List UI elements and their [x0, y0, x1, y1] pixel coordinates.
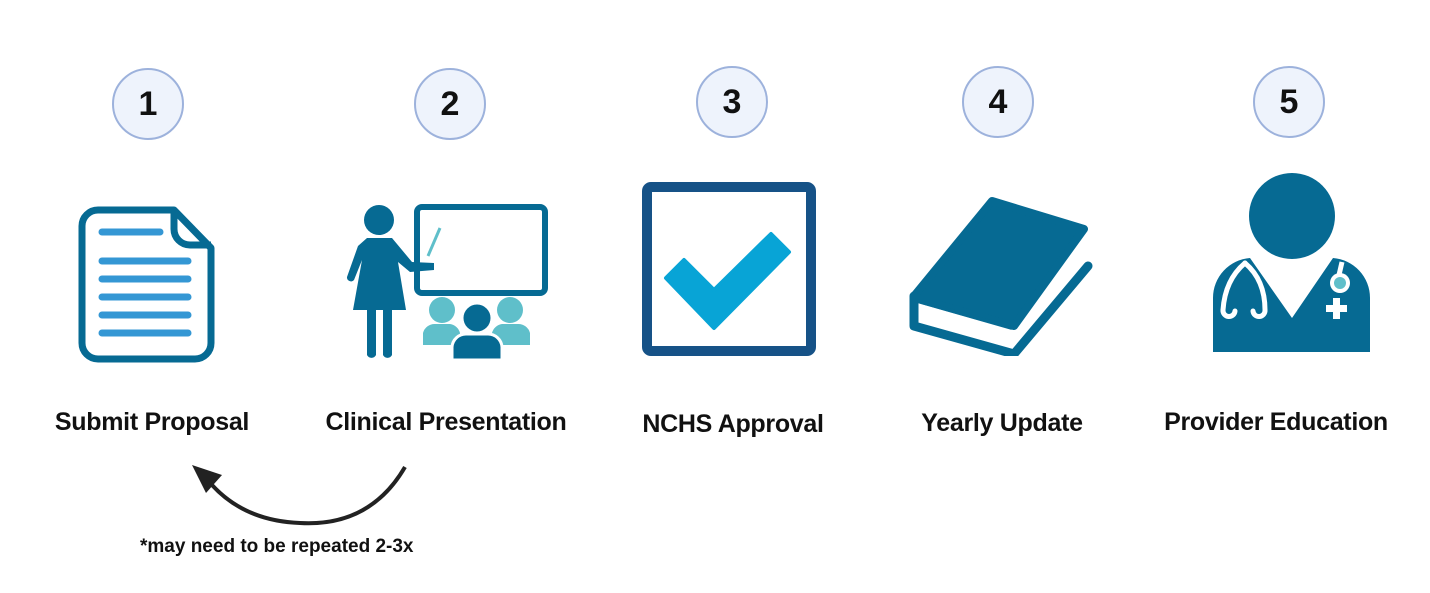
step-number-3: 3	[696, 66, 768, 138]
step-number-2: 2	[414, 68, 486, 140]
step-number-text: 5	[1279, 82, 1299, 121]
step-number-5: 5	[1253, 66, 1325, 138]
loop-back-arrow	[192, 465, 407, 526]
step-number-4: 4	[962, 66, 1034, 138]
step-number-text: 1	[138, 84, 158, 123]
checkbox-icon	[642, 182, 816, 356]
step-number-1: 1	[112, 68, 184, 140]
presentation-icon	[346, 204, 548, 362]
doctor-icon	[1212, 173, 1371, 352]
book-icon	[909, 197, 1093, 356]
step-label-1: Submit Proposal	[54, 408, 250, 436]
step-label-2: Clinical Presentation	[325, 408, 567, 436]
document-icon	[78, 206, 215, 363]
step-number-text: 2	[440, 84, 460, 123]
repeat-note: *may need to be repeated 2-3x	[140, 536, 414, 557]
step-label-4: Yearly Update	[921, 409, 1083, 437]
step-number-text: 3	[722, 82, 742, 121]
step-number-text: 4	[988, 82, 1008, 121]
step-label-5: Provider Education	[1164, 408, 1388, 436]
step-label-3: NCHS Approval	[642, 410, 824, 438]
